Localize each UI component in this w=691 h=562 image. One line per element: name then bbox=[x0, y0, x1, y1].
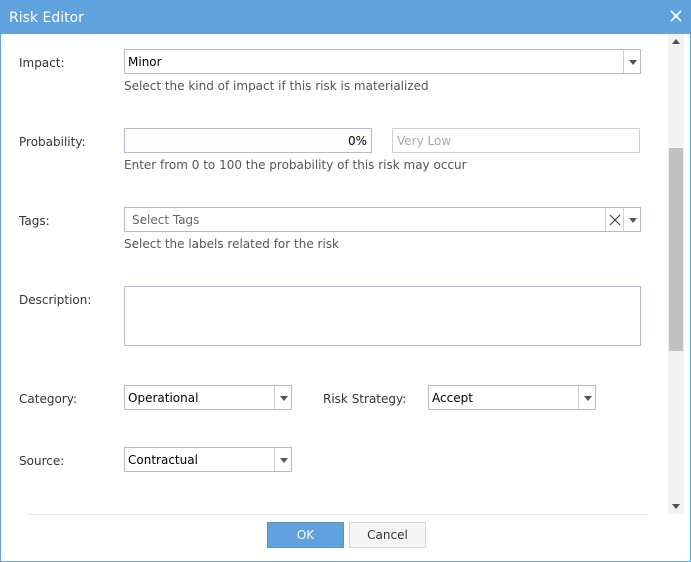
probability-input[interactable]: 0% bbox=[124, 128, 372, 153]
tags-combo[interactable]: Select Tags bbox=[124, 207, 641, 232]
dialog-title: Risk Editor bbox=[9, 10, 84, 26]
chevron-down-icon[interactable] bbox=[274, 386, 291, 409]
tags-help: Select the labels related for the risk bbox=[124, 237, 339, 251]
probability-help: Enter from 0 to 100 the probability of t… bbox=[124, 158, 467, 172]
impact-combo[interactable]: Minor bbox=[124, 49, 641, 74]
risk-strategy-combo[interactable]: Accept bbox=[428, 385, 596, 410]
risk-editor-dialog: Risk Editor Impact: Minor Select the kin… bbox=[0, 0, 691, 562]
category-value: Operational bbox=[128, 391, 199, 405]
source-combo[interactable]: Contractual bbox=[124, 447, 292, 472]
chevron-down-icon[interactable] bbox=[623, 50, 640, 73]
impact-help: Select the kind of impact if this risk i… bbox=[124, 79, 429, 93]
footer-divider bbox=[29, 514, 647, 515]
risk-strategy-label: Risk Strategy: bbox=[323, 392, 407, 406]
probability-label: Probability: bbox=[19, 135, 86, 149]
ok-button[interactable]: OK bbox=[267, 522, 344, 548]
probability-level-field: Very Low bbox=[392, 128, 640, 153]
probability-value: 0% bbox=[347, 134, 367, 148]
chevron-down-icon[interactable] bbox=[623, 208, 640, 231]
impact-label: Impact: bbox=[19, 56, 65, 70]
clear-icon[interactable] bbox=[605, 208, 623, 231]
scrollbar-thumb[interactable] bbox=[669, 148, 683, 351]
impact-value: Minor bbox=[128, 55, 162, 69]
category-label: Category: bbox=[19, 392, 77, 406]
chevron-down-icon[interactable] bbox=[274, 448, 291, 471]
close-icon[interactable] bbox=[668, 8, 684, 24]
scroll-down-icon[interactable] bbox=[668, 498, 684, 514]
vertical-scrollbar[interactable] bbox=[668, 34, 684, 514]
tags-placeholder: Select Tags bbox=[132, 213, 200, 227]
probability-level: Very Low bbox=[397, 134, 452, 148]
tags-label: Tags: bbox=[19, 214, 50, 228]
description-textarea[interactable] bbox=[124, 286, 641, 346]
description-label: Description: bbox=[19, 293, 92, 307]
risk-strategy-value: Accept bbox=[432, 391, 473, 405]
title-bar[interactable]: Risk Editor bbox=[1, 1, 690, 34]
dialog-footer: OK Cancel bbox=[1, 514, 690, 561]
category-combo[interactable]: Operational bbox=[124, 385, 292, 410]
scroll-up-icon[interactable] bbox=[668, 34, 684, 50]
form-body: Impact: Minor Select the kind of impact … bbox=[1, 34, 690, 514]
chevron-down-icon[interactable] bbox=[578, 386, 595, 409]
source-value: Contractual bbox=[128, 453, 198, 467]
cancel-button[interactable]: Cancel bbox=[349, 522, 426, 548]
source-label: Source: bbox=[19, 454, 65, 468]
